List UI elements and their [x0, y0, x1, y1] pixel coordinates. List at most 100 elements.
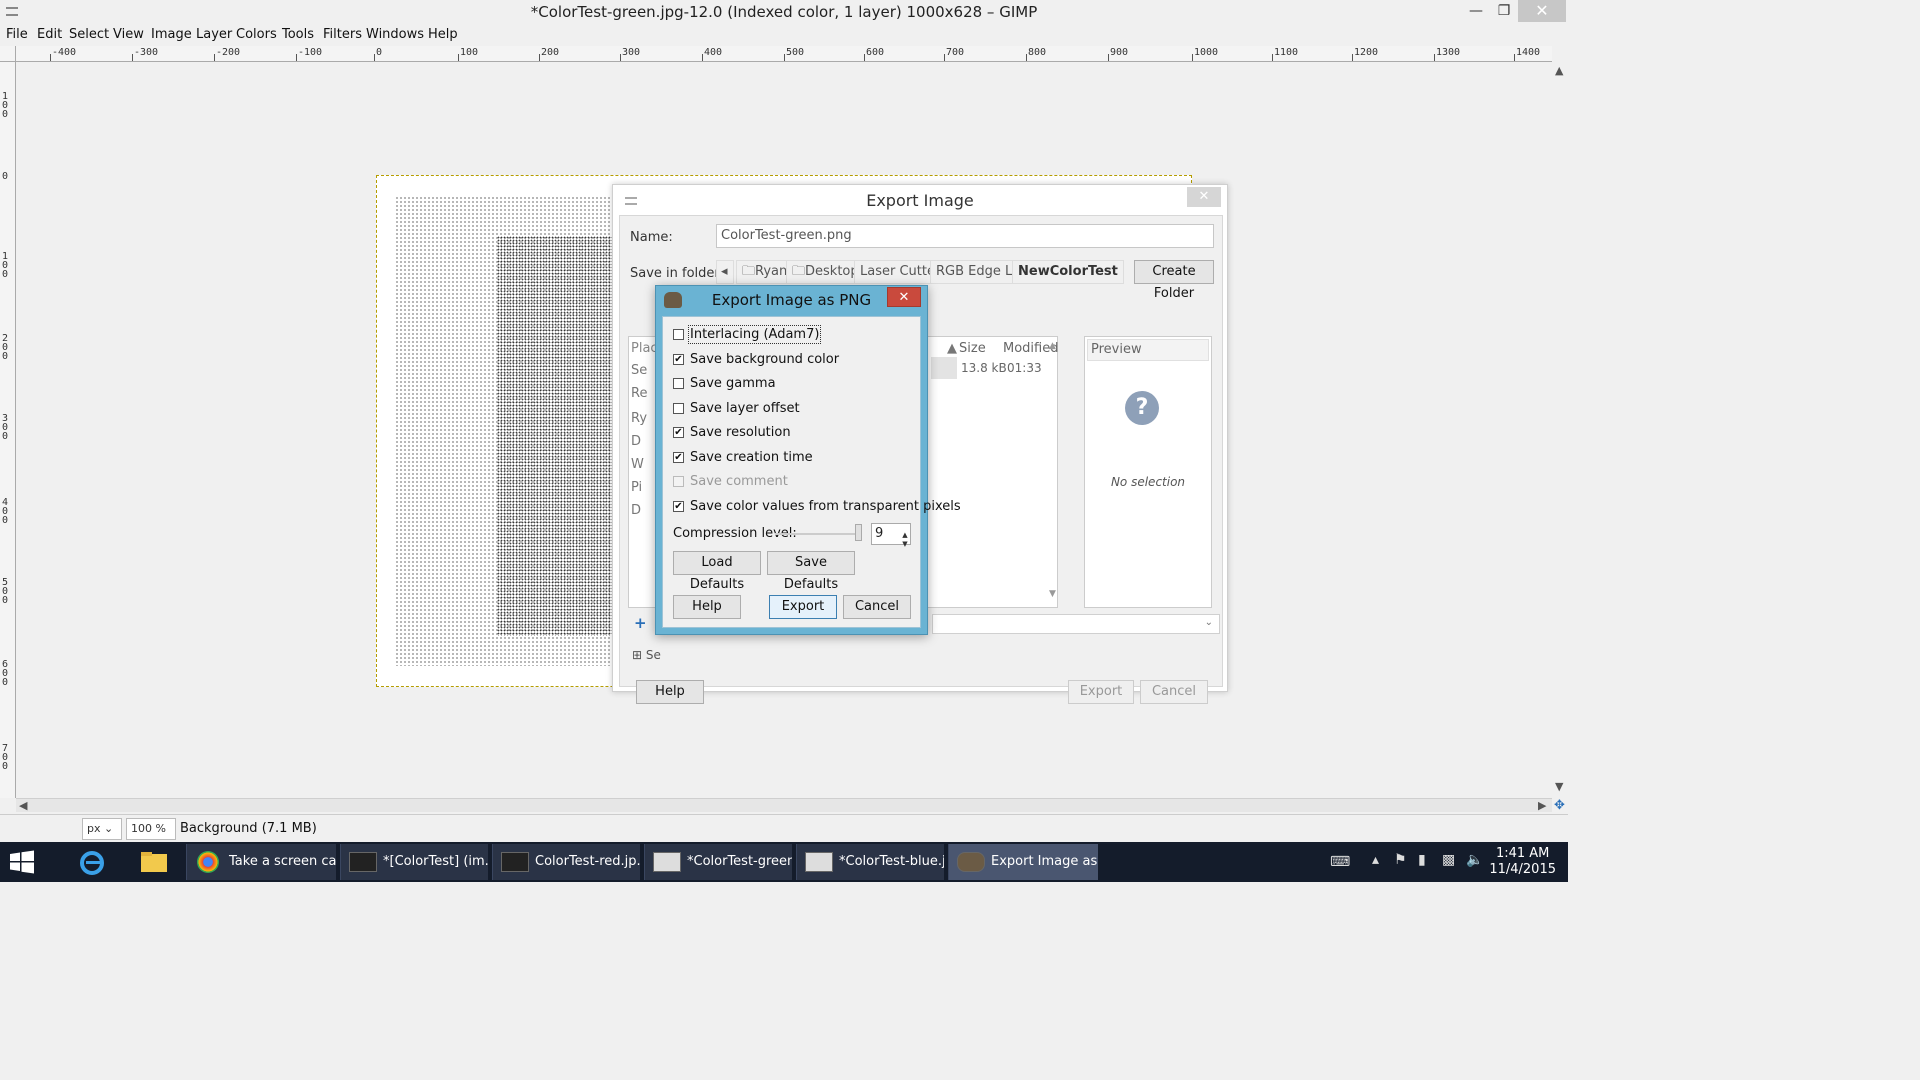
- menu-tools[interactable]: Tools: [282, 27, 314, 42]
- menu-edit[interactable]: Edit: [37, 27, 62, 42]
- close-window-button[interactable]: ✕: [1518, 0, 1566, 22]
- places-item-recent[interactable]: Re: [631, 386, 647, 401]
- checkbox[interactable]: ✔: [673, 427, 684, 438]
- taskbar-item-colortest[interactable]: *[ColorTest] (im...: [340, 844, 488, 880]
- places-item-search[interactable]: Se: [631, 363, 647, 378]
- unit-select[interactable]: px ⌄: [82, 818, 122, 840]
- export-dialog-cancel-button[interactable]: Cancel: [1140, 680, 1208, 704]
- navigate-icon[interactable]: ✥: [1554, 798, 1565, 813]
- taskbar-item-colortest-red[interactable]: ColorTest-red.jp...: [492, 844, 640, 880]
- file-modified: 01:33: [1007, 361, 1042, 375]
- ruler-tick: [539, 54, 540, 61]
- internet-explorer-icon[interactable]: [76, 846, 108, 878]
- taskbar-item-chrome[interactable]: Take a screen ca...: [186, 844, 336, 880]
- minimize-button[interactable]: —: [1462, 0, 1490, 22]
- add-bookmark-icon[interactable]: +: [634, 614, 647, 632]
- horizontal-ruler[interactable]: -400 -300 -200 -100 0 100 200 300 400 500 600 700 80…: [16, 46, 1552, 62]
- file-explorer-icon[interactable]: [138, 846, 170, 878]
- compression-slider[interactable]: [775, 533, 855, 535]
- menu-layer[interactable]: Layer: [196, 27, 232, 42]
- taskbar-item-colortest-green[interactable]: *ColorTest-green...: [644, 844, 792, 880]
- action-center-flag-icon[interactable]: ⚑: [1394, 852, 1407, 868]
- create-folder-button[interactable]: Create Folder: [1134, 260, 1214, 301]
- png-export-button[interactable]: Export: [769, 595, 837, 619]
- png-cancel-button[interactable]: Cancel: [843, 595, 911, 619]
- menu-filters[interactable]: Filters: [323, 27, 362, 42]
- ruler-tick: [214, 54, 215, 61]
- taskbar-item-export-image[interactable]: Export Image as ...: [948, 844, 1098, 880]
- ruler-tick-label: 700: [2, 743, 9, 772]
- horizontal-scrollbar[interactable]: ◀ ▶: [16, 798, 1552, 812]
- select-file-type-expander[interactable]: ⊞ Se: [632, 648, 661, 662]
- file-row-selection[interactable]: [931, 357, 957, 379]
- keyboard-icon[interactable]: ⌨: [1330, 854, 1350, 870]
- list-scroll-down-icon[interactable]: ▼: [1049, 589, 1056, 599]
- select-file-type-label: Se: [645, 648, 661, 662]
- breadcrumb-back-button[interactable]: ◂: [716, 260, 734, 284]
- unit-value: px: [87, 822, 101, 835]
- menu-windows[interactable]: Windows: [366, 27, 424, 42]
- vertical-ruler[interactable]: 100 0 100 200 300 400 500 600 700: [0, 62, 16, 798]
- checkbox[interactable]: ✔: [673, 353, 684, 365]
- export-dialog-help-button[interactable]: Help: [636, 680, 704, 704]
- places-item-documents[interactable]: D: [631, 503, 641, 518]
- ruler-tick-label: 500: [2, 577, 9, 606]
- vertical-scrollbar[interactable]: ▲ ▼: [1552, 46, 1568, 798]
- ruler-tick: [296, 54, 297, 61]
- chevron-down-icon: ⌄: [1204, 617, 1213, 628]
- scroll-right-icon[interactable]: ▶: [1538, 799, 1546, 812]
- checkbox[interactable]: [673, 378, 684, 389]
- list-scroll-up-icon[interactable]: ▲: [1049, 341, 1056, 351]
- menu-select[interactable]: Select: [69, 27, 109, 42]
- file-filter-combo[interactable]: ⌄: [932, 614, 1220, 634]
- breadcrumb-desktop[interactable]: 🗀Desktop: [786, 260, 865, 284]
- battery-icon[interactable]: ▮: [1418, 852, 1426, 868]
- preview-no-selection: No selection: [1110, 475, 1186, 489]
- places-item-desktop[interactable]: D: [631, 434, 641, 449]
- maximize-button[interactable]: ❐: [1490, 0, 1518, 22]
- clock-time: 1:41 AM: [1495, 846, 1550, 861]
- breadcrumb-ryan[interactable]: 🗀Ryan: [736, 260, 794, 284]
- places-item-w[interactable]: W: [631, 457, 644, 472]
- scroll-left-icon[interactable]: ◀: [19, 799, 27, 812]
- breadcrumb-newcolortest[interactable]: NewColorTest: [1012, 260, 1124, 284]
- spin-down-icon[interactable]: ▼: [901, 534, 909, 554]
- export-dialog-export-button[interactable]: Export: [1068, 680, 1134, 704]
- filename-input[interactable]: ColorTest-green.png: [716, 224, 1214, 248]
- export-dialog-close-button[interactable]: ✕: [1187, 187, 1221, 207]
- png-help-button[interactable]: Help: [673, 595, 741, 619]
- compression-spinbox[interactable]: 9 ▲ ▼: [871, 523, 911, 548]
- start-button[interactable]: [6, 846, 38, 878]
- zoom-select[interactable]: 100 %: [126, 818, 176, 840]
- checkbox[interactable]: ✔: [673, 500, 684, 512]
- scroll-up-icon[interactable]: ▲: [1555, 64, 1563, 77]
- column-size[interactable]: Size: [959, 341, 986, 356]
- show-hidden-icons-icon[interactable]: ▴: [1372, 852, 1379, 868]
- menu-view[interactable]: View: [113, 27, 144, 42]
- window-title: *ColorTest-green.jpg-12.0 (Indexed color…: [530, 3, 1038, 21]
- menu-image[interactable]: Image: [151, 27, 192, 42]
- checkbox[interactable]: [673, 329, 684, 340]
- places-item-pictures[interactable]: Pi: [631, 480, 642, 495]
- taskbar-item-label: *[ColorTest] (im...: [383, 854, 488, 869]
- menu-help[interactable]: Help: [428, 27, 458, 42]
- save-defaults-button[interactable]: Save Defaults: [767, 551, 855, 592]
- png-dialog-close-button[interactable]: ✕: [887, 287, 921, 307]
- menu-file[interactable]: File: [6, 27, 28, 42]
- compression-slider-thumb[interactable]: [855, 524, 862, 541]
- checkbox[interactable]: ✔: [673, 451, 684, 463]
- places-item-ryan[interactable]: Ry: [631, 411, 647, 426]
- ruler-tick-label: -300: [134, 47, 159, 58]
- taskbar-item-colortest-blue[interactable]: *ColorTest-blue.j...: [796, 844, 944, 880]
- load-defaults-button[interactable]: Load Defaults: [673, 551, 761, 592]
- menu-colors[interactable]: Colors: [236, 27, 277, 42]
- system-clock[interactable]: 1:41 AM 11/4/2015: [1489, 846, 1556, 878]
- ruler-tick-label: 100: [2, 251, 9, 280]
- volume-icon[interactable]: 🔈: [1466, 852, 1483, 868]
- scroll-down-icon[interactable]: ▼: [1555, 780, 1563, 793]
- checkbox[interactable]: [673, 402, 684, 414]
- ruler-corner[interactable]: [0, 46, 16, 62]
- network-signal-icon[interactable]: ▩: [1442, 852, 1455, 868]
- ruler-tick: [374, 54, 375, 61]
- ruler-tick: [1434, 54, 1435, 61]
